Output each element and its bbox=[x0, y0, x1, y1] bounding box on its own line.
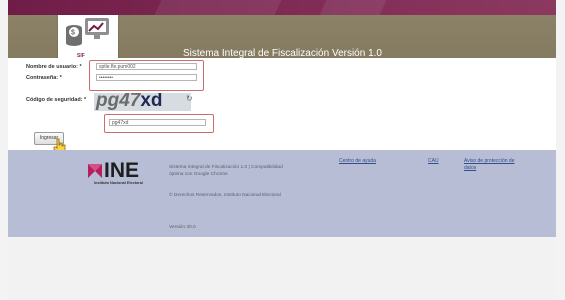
captcha-image: pg47xd bbox=[94, 93, 191, 111]
topbar-decoration bbox=[154, 0, 222, 15]
header: $ SIF Sistema Integral de Fiscalización … bbox=[8, 15, 556, 65]
bottom-area bbox=[8, 237, 556, 300]
footer: INE Instituto Nacional Electoral Sistema… bbox=[8, 150, 556, 237]
captcha-text-suffix: xd bbox=[140, 93, 163, 111]
ine-wordmark: INE bbox=[104, 159, 140, 182]
topbar-decoration bbox=[214, 0, 282, 15]
topbar-decoration bbox=[319, 0, 387, 15]
privacy-link-line-1[interactable]: Aviso de protección de bbox=[464, 158, 515, 164]
privacy-link-line-2[interactable]: datos bbox=[464, 165, 476, 171]
help-center-link[interactable]: Centro de ayuda bbox=[339, 158, 376, 164]
login-form: Nombre de usuario: * sptle.fle.pum002 Co… bbox=[8, 58, 556, 154]
compatibility-line-2: óptima con Google Chrome bbox=[169, 172, 228, 177]
svg-text:$: $ bbox=[71, 30, 75, 37]
cau-link[interactable]: CAU bbox=[428, 158, 439, 164]
captcha-input-highlight bbox=[104, 114, 214, 133]
version-text: Versión 30.0 bbox=[169, 225, 196, 230]
security-code-label: Código de seguridad: * bbox=[26, 97, 87, 103]
captcha-text: pg47xd bbox=[96, 93, 163, 111]
rights-text: © Derechos Reservados, Instituto Naciona… bbox=[169, 193, 281, 198]
refresh-icon[interactable]: ↻ bbox=[186, 95, 196, 103]
ine-subtitle: Instituto Nacional Electoral bbox=[94, 181, 143, 185]
credentials-highlight bbox=[89, 60, 204, 91]
database-monitor-icon: $ bbox=[66, 18, 109, 46]
captcha-text-prefix: pg47 bbox=[96, 93, 141, 111]
username-label: Nombre de usuario: * bbox=[26, 64, 82, 70]
ine-symbol-icon bbox=[88, 164, 102, 178]
page: $ SIF Sistema Integral de Fiscalización … bbox=[0, 0, 565, 300]
password-label: Contraseña: * bbox=[26, 75, 62, 81]
compatibility-line-1: Sistema Integral de Fiscalización 1.0 | … bbox=[169, 165, 283, 170]
